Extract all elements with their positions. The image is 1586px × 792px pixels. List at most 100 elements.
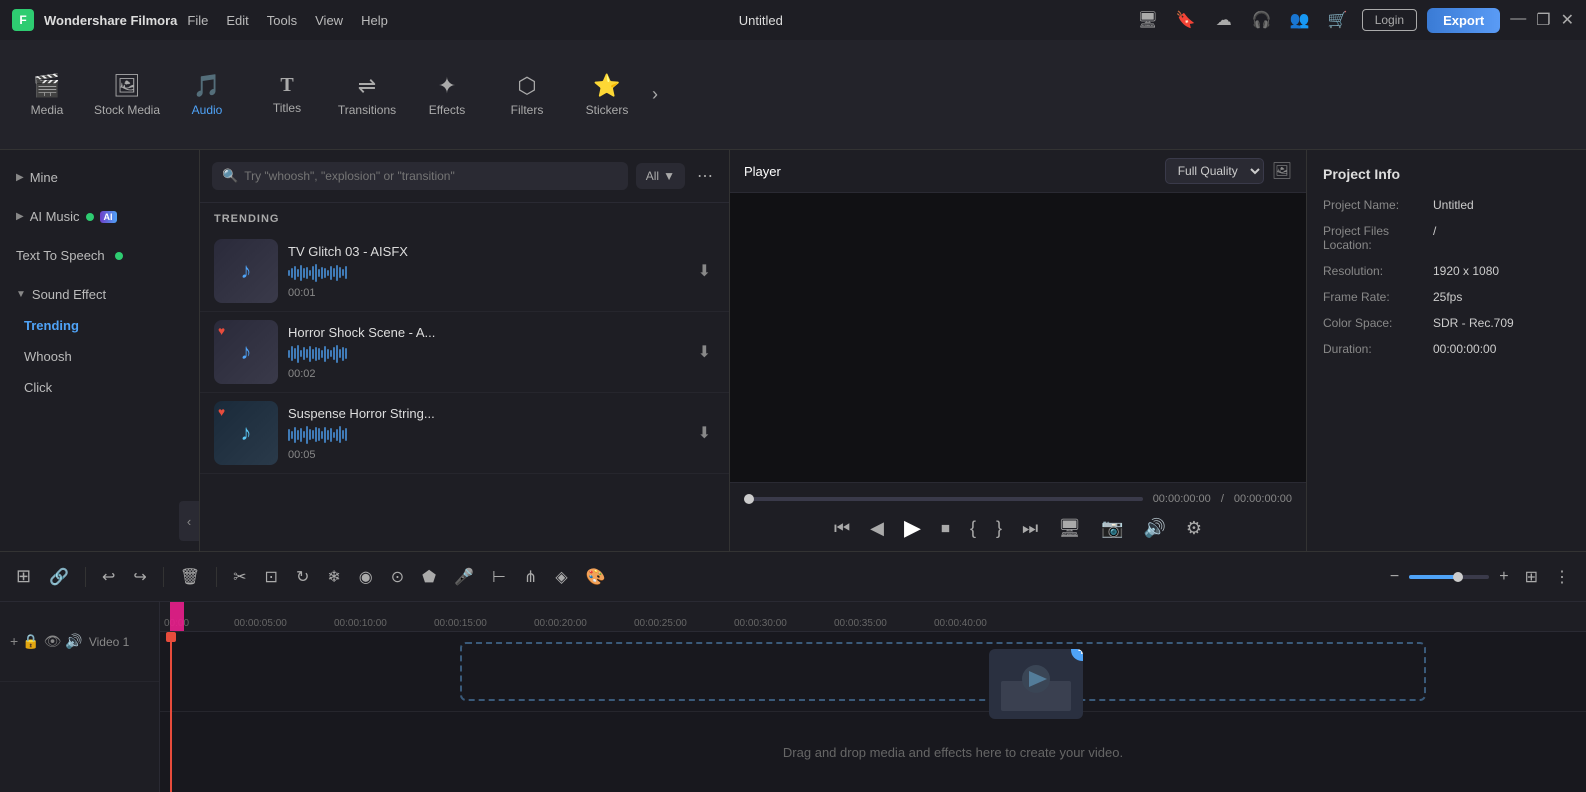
sidebar-ai-music-label: AI Music — [30, 209, 80, 224]
search-input[interactable] — [244, 169, 618, 183]
bookmark-icon[interactable]: 🔖 — [1172, 6, 1200, 34]
toolbar-item-stickers[interactable]: ⭐ Stickers — [568, 50, 646, 140]
cart-icon[interactable]: 🛒 — [1324, 6, 1352, 34]
menu-file[interactable]: File — [187, 13, 208, 28]
color-button[interactable]: 🎨 — [580, 563, 612, 591]
sidebar-section-sound-effect: ▼ Sound Effect Trending Whoosh Click — [0, 275, 199, 407]
volume-button[interactable]: 🔊 — [1143, 518, 1165, 539]
menu-edit[interactable]: Edit — [226, 13, 248, 28]
download-icon-1[interactable]: ⬇ — [694, 257, 715, 285]
play-button[interactable]: ▶ — [904, 515, 921, 541]
audio-item[interactable]: ♥ ♪ Horror Shock Scene - A... — [200, 312, 729, 393]
sidebar-header-sound-effect[interactable]: ▼ Sound Effect — [0, 279, 199, 310]
info-label-files-location: Project Files Location: — [1323, 224, 1433, 252]
download-icon-3[interactable]: ⬇ — [694, 419, 715, 447]
toolbar-item-titles[interactable]: T Titles — [248, 50, 326, 140]
frame-back-button[interactable]: ◀ — [870, 518, 884, 539]
sidebar-header-ai-music[interactable]: ▶ AI Music AI — [0, 201, 199, 232]
menu-view[interactable]: View — [315, 13, 343, 28]
menu-help[interactable]: Help — [361, 13, 388, 28]
music-note-icon: ♪ — [241, 258, 252, 284]
audio-item[interactable]: ♪ TV Glitch 03 - AISFX — [200, 231, 729, 312]
stabilize-button[interactable]: ⊙ — [385, 563, 410, 591]
lock-track-icon[interactable]: 🔒 — [22, 633, 39, 650]
more-timeline-button[interactable]: ⋮ — [1548, 563, 1576, 591]
progress-track[interactable] — [744, 497, 1143, 501]
undo-button[interactable]: ↩ — [96, 563, 121, 591]
toolbar-label-transitions: Transitions — [338, 103, 396, 117]
crop-timeline-button[interactable]: ⊡ — [259, 563, 284, 591]
grid-view-button[interactable]: ⊞ — [1519, 563, 1544, 591]
stop-button[interactable]: ⏹ — [941, 518, 950, 539]
sidebar-header-mine[interactable]: ▶ Mine — [0, 162, 199, 193]
monitor-icon[interactable]: 🖥 — [1134, 6, 1162, 34]
drop-zone[interactable]: + — [460, 642, 1426, 701]
app-name: Wondershare Filmora — [44, 13, 177, 28]
toolbar-item-effects[interactable]: ✦ Effects — [408, 50, 486, 140]
audio-browser-panel: 🔍 All ▼ ⋯ TRENDING ♪ TV Glitch 03 - AISF… — [200, 150, 730, 551]
eye-track-icon[interactable]: 👁 — [44, 633, 62, 650]
voice-button[interactable]: 🎤 — [448, 563, 480, 591]
quality-select[interactable]: Full Quality — [1165, 158, 1264, 184]
sidebar-item-trending[interactable]: Trending — [0, 310, 199, 341]
fullscreen-button[interactable]: 🖥 — [1058, 518, 1081, 539]
export-button[interactable]: Export — [1427, 8, 1500, 33]
info-row-resolution: Resolution: 1920 x 1080 — [1323, 264, 1570, 278]
minimize-button[interactable]: — — [1510, 10, 1526, 30]
info-label-color-space: Color Space: — [1323, 316, 1433, 330]
sidebar-sound-effect-label: Sound Effect — [32, 287, 106, 302]
toolbar-divider-3 — [216, 567, 217, 587]
close-button[interactable]: ✕ — [1561, 10, 1574, 30]
freeze-button[interactable]: ❄ — [321, 563, 346, 591]
redo-button[interactable]: ↪ — [127, 563, 152, 591]
speaker-track-icon[interactable]: 🔊 — [65, 633, 82, 650]
maximize-button[interactable]: ❐ — [1536, 10, 1550, 30]
toolbar-item-media[interactable]: 🎬 Media — [8, 50, 86, 140]
mark-in-button[interactable]: { — [970, 518, 976, 539]
sidebar-item-whoosh[interactable]: Whoosh — [0, 341, 199, 372]
settings-button[interactable]: ⚙ — [1186, 518, 1202, 539]
filter-button[interactable]: All ▼ — [636, 163, 685, 189]
collapse-sidebar-button[interactable]: ‹ — [179, 501, 199, 541]
toolbar-item-transitions[interactable]: ⇌ Transitions — [328, 50, 406, 140]
search-icon: 🔍 — [222, 168, 238, 184]
add-media-icon[interactable]: + — [10, 633, 18, 650]
progress-thumb — [744, 494, 754, 504]
login-button[interactable]: Login — [1362, 9, 1417, 31]
sidebar-item-click[interactable]: Click — [0, 372, 199, 403]
sidebar-header-tts[interactable]: Text To Speech — [0, 240, 199, 271]
people-icon[interactable]: 👥 — [1286, 6, 1314, 34]
mark-out-button[interactable]: } — [996, 518, 1002, 539]
tab-player[interactable]: Player — [744, 164, 781, 179]
snapshot-button[interactable]: 📷 — [1101, 518, 1123, 539]
more-options-button[interactable]: ⋯ — [693, 162, 717, 190]
effects-icon: ✦ — [438, 73, 456, 99]
audio-item[interactable]: ♥ ♪ Suspense Horror String... — [200, 393, 729, 474]
zoom-slider[interactable] — [1409, 575, 1489, 579]
zoom-out-button[interactable]: − — [1384, 564, 1405, 590]
ripple-button[interactable]: ⊢ — [486, 563, 512, 591]
ai-music-chevron-icon: ▶ — [16, 211, 24, 222]
zoom-in-button[interactable]: + — [1493, 564, 1514, 590]
keyframe-button[interactable]: ◈ — [549, 563, 573, 591]
step-back-button[interactable]: ⏮ — [834, 518, 850, 539]
headphone-icon[interactable]: 🎧 — [1248, 6, 1276, 34]
add-track-button[interactable]: ⊞ — [10, 562, 37, 591]
link-track-button[interactable]: 🔗 — [43, 563, 75, 591]
download-icon-2[interactable]: ⬇ — [694, 338, 715, 366]
timeline-ruler-tracks: 00:00 00:00:05:00 00:00:10:00 00:00:15:0… — [160, 602, 1586, 792]
rotate-button[interactable]: ↻ — [290, 563, 315, 591]
menu-tools[interactable]: Tools — [267, 13, 297, 28]
toolbar-item-audio[interactable]: 🎵 Audio — [168, 50, 246, 140]
cloud-upload-icon[interactable]: ☁ — [1210, 6, 1238, 34]
speed-button[interactable]: ◉ — [353, 563, 379, 591]
delete-button[interactable]: 🗑 — [174, 563, 206, 591]
mask-button[interactable]: ⬟ — [416, 563, 442, 591]
snap-button[interactable]: ⋔ — [518, 563, 543, 591]
toolbar-item-filters[interactable]: ⬡ Filters — [488, 50, 566, 140]
toolbar-more-chevron[interactable]: › — [652, 84, 658, 105]
export-frame-button[interactable]: ⏭ — [1022, 518, 1038, 539]
toolbar-item-stock-media[interactable]: 🖼 Stock Media — [88, 50, 166, 140]
screenshot-icon[interactable]: 🖼 — [1272, 161, 1292, 181]
cut-button[interactable]: ✂ — [227, 563, 252, 591]
